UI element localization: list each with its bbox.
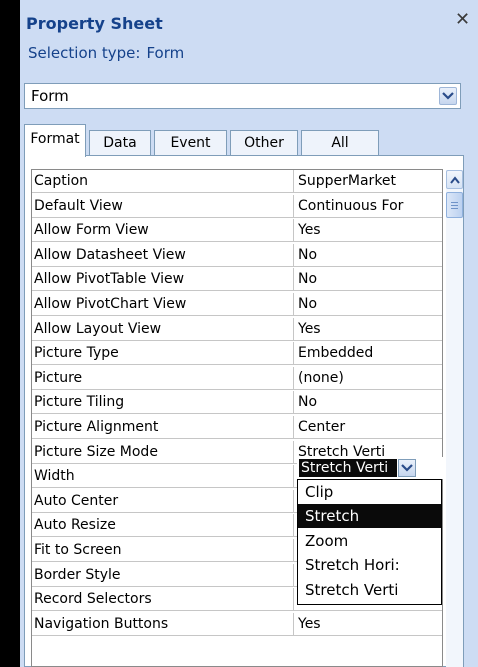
tab-data[interactable]: Data [89, 130, 151, 156]
property-row[interactable]: Picture (none) [32, 366, 442, 390]
property-row[interactable]: Allow Datasheet View No [32, 243, 442, 267]
column-divider [293, 194, 294, 218]
property-row[interactable]: Allow Layout View Yes [32, 317, 442, 341]
property-name: Default View [34, 197, 123, 214]
property-row[interactable]: Picture Tiling No [32, 391, 442, 415]
column-divider [293, 243, 294, 267]
dropdown-option[interactable]: Zoom [298, 529, 441, 553]
property-grid-scrollbar[interactable] [446, 170, 463, 667]
property-name: Allow Layout View [34, 320, 162, 337]
dropdown-option[interactable]: Stretch [298, 504, 441, 529]
grip-line [451, 202, 458, 203]
property-row[interactable]: Navigation Buttons Yes [32, 612, 442, 636]
tab-event[interactable]: Event [154, 130, 227, 156]
property-name: Picture Size Mode [34, 443, 158, 460]
property-value[interactable]: (none) [298, 370, 441, 386]
column-divider [293, 170, 294, 193]
property-value[interactable]: SupperMarket [298, 173, 441, 189]
column-divider [293, 317, 294, 341]
column-divider [293, 342, 294, 366]
column-divider [293, 489, 294, 513]
property-value[interactable]: No [298, 247, 441, 263]
column-divider [293, 612, 294, 636]
column-divider [293, 465, 294, 489]
scroll-up-button[interactable] [446, 170, 463, 189]
chevron-up-icon [450, 176, 460, 184]
selection-type-label: Selection type: [28, 44, 141, 62]
property-value[interactable]: Continuous For [298, 198, 441, 214]
property-value[interactable]: No [298, 296, 441, 312]
property-value[interactable]: Center [298, 419, 441, 435]
property-name: Record Selectors [34, 591, 152, 608]
property-row[interactable]: Allow Form View Yes [32, 219, 442, 243]
column-divider [293, 563, 294, 587]
grip-line [451, 208, 458, 209]
property-row[interactable]: Default View Continuous For [32, 194, 442, 218]
column-divider [293, 588, 294, 612]
grip-line [451, 205, 458, 206]
dropdown-option[interactable]: Clip [298, 480, 441, 504]
picture-size-mode-current[interactable]: Stretch Verti [299, 459, 397, 477]
dropdown-option[interactable]: Stretch Verti [298, 578, 441, 602]
property-value[interactable]: Yes [298, 616, 441, 632]
property-name: Allow PivotChart View [34, 296, 187, 312]
tab-other[interactable]: Other [230, 130, 298, 156]
close-icon[interactable]: ✕ [455, 11, 470, 29]
column-divider [293, 293, 294, 316]
selection-type-value: Form [146, 44, 185, 62]
property-value[interactable]: Embedded [298, 345, 441, 361]
property-name: Border Style [34, 566, 121, 583]
object-selector-combo[interactable]: Form [24, 83, 461, 109]
scroll-thumb[interactable] [446, 192, 463, 218]
property-name: Fit to Screen [34, 542, 122, 558]
column-divider [293, 391, 294, 415]
property-value[interactable]: Yes [298, 321, 441, 337]
property-name: Picture Type [34, 345, 119, 362]
property-name: Allow Form View [34, 222, 149, 239]
property-name: Picture [34, 369, 83, 386]
property-row[interactable]: Caption SupperMarket [32, 170, 442, 193]
property-name: Navigation Buttons [34, 615, 169, 632]
property-row[interactable]: Picture Alignment Center [32, 416, 442, 439]
property-name: Caption [34, 173, 89, 189]
property-value[interactable]: No [298, 271, 441, 287]
panel-left-edge [16, 0, 20, 667]
property-value[interactable]: Yes [298, 222, 441, 238]
property-row[interactable]: Picture Type Embedded [32, 342, 442, 366]
property-name: Allow PivotTable View [34, 271, 185, 288]
panel-title: Property Sheet [26, 14, 163, 33]
column-divider [293, 268, 294, 292]
object-selector-dropdown-button[interactable] [439, 87, 457, 105]
property-name: Allow Datasheet View [34, 246, 186, 263]
property-row[interactable]: Allow PivotChart View No [32, 293, 442, 316]
property-tabs: Format Data Event Other All [24, 124, 464, 157]
tab-format[interactable]: Format [24, 124, 86, 157]
column-divider [293, 366, 294, 390]
picture-size-mode-list: Clip Stretch Zoom Stretch Hori: Stretch Vert… [297, 479, 442, 605]
property-name: Auto Resize [34, 517, 116, 534]
property-row[interactable]: Allow PivotTable View No [32, 268, 442, 292]
dropdown-option[interactable]: Stretch Hori: [298, 553, 441, 577]
property-name: Picture Tiling [34, 394, 125, 411]
column-divider [293, 539, 294, 562]
chevron-down-icon [442, 92, 454, 100]
chevron-down-icon [401, 464, 413, 472]
tab-all[interactable]: All [301, 130, 379, 156]
property-value[interactable]: No [298, 394, 441, 410]
object-selector-value: Form [31, 87, 69, 105]
column-divider [293, 219, 294, 243]
column-divider [293, 514, 294, 538]
selection-type-text: Selection type: Form [28, 44, 184, 62]
picture-size-mode-dropdown-button[interactable] [398, 459, 416, 477]
property-name: Auto Center [34, 492, 119, 509]
column-divider [293, 416, 294, 439]
property-name: Picture Alignment [34, 419, 159, 435]
property-name: Width [34, 468, 75, 485]
column-divider [293, 440, 294, 464]
